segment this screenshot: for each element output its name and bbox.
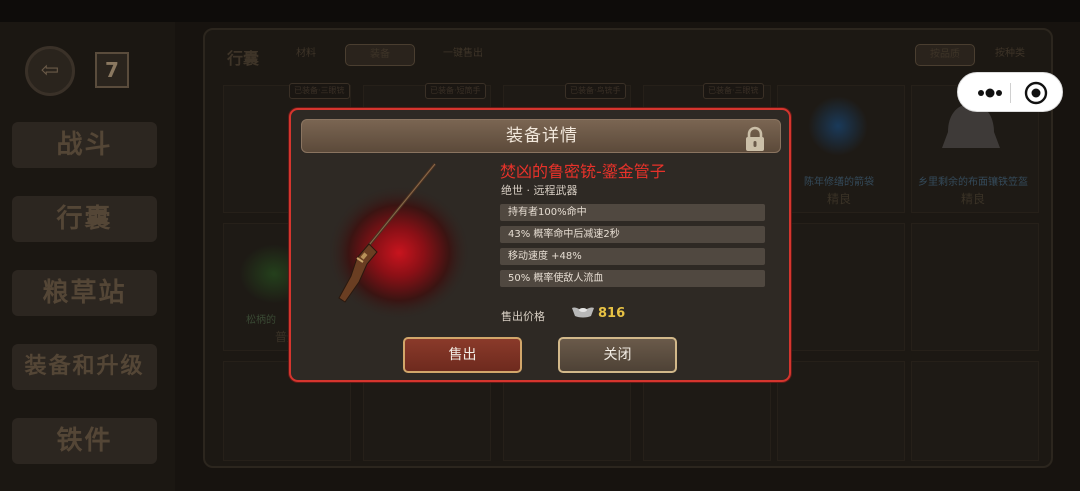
price-label: 售出价格 [501,310,545,323]
inventory-slot[interactable] [777,361,905,461]
game-screen: ⇦ 7 战斗 行囊 粮草站 装备和升级 铁件 行囊 材料 装备 一键售出 按品质… [0,0,1080,491]
equipment-detail-modal: 装备详情 焚凶的鲁密铳-鎏金管子 绝世 · 远程武器 持有者100%命中 43%… [289,108,791,382]
item-name: 焚凶的鲁密铳-鎏金管子 [500,162,666,181]
back-icon[interactable]: ⇦ [25,46,75,96]
nav-equip-upgrade-button[interactable]: 装备和升级 [12,344,157,390]
close-button[interactable]: 关闭 [558,337,677,373]
sell-button[interactable]: 售出 [403,337,522,373]
equipped-tag: 已装备·短筒手 [425,83,486,99]
modal-title: 装备详情 [506,126,578,146]
tab-sell-all[interactable]: 一键售出 [433,44,493,66]
modal-header: 装备详情 [301,119,781,153]
item-attribute: 43% 概率命中后减速2秒 [500,226,765,243]
equipped-tag: 已装备·鸟铳手 [565,83,626,99]
slot-item-name: 陈年修缮的箭袋 [804,177,874,188]
item-attribute: 持有者100%命中 [500,204,765,221]
nav-bag-button[interactable]: 行囊 [12,196,157,242]
inventory-slot[interactable] [911,361,1039,461]
inventory-slot[interactable] [911,223,1039,351]
top-strip [0,0,1080,22]
nav-iron-button[interactable]: 铁件 [12,418,157,464]
slot-item-name: 乡里剩余的布面镶铁笠盔 [918,177,1028,188]
equipped-tag: 已装备·三眼铳 [703,83,764,99]
item-type: 绝世 · 远程武器 [501,184,578,197]
item-attribute: 移动速度 +48% [500,248,765,265]
tab-materials[interactable]: 材料 [283,44,329,66]
calendar-icon[interactable]: 7 [95,52,129,88]
item-glow [808,96,868,156]
more-dots-icon[interactable] [970,73,1010,113]
tab-equipment[interactable]: 装备 [345,44,415,66]
nav-supply-button[interactable]: 粮草站 [12,270,157,316]
price-value: 816 [598,306,626,321]
target-close-icon[interactable] [1024,81,1048,105]
mini-program-capsule [957,72,1063,112]
slot-item-grade: 精良 [826,192,851,206]
slot-item-grade: 精良 [960,192,985,206]
item-attribute: 50% 概率使敌人流血 [500,270,765,287]
sort-by-type[interactable]: 按种类 [980,44,1040,66]
nav-battle-button[interactable]: 战斗 [12,122,157,168]
sort-by-quality[interactable]: 按品质 [915,44,975,66]
left-nav: ⇦ 7 战斗 行囊 粮草站 装备和升级 铁件 [0,22,175,491]
capsule-divider [1010,83,1011,103]
equipped-tag: 已装备·三眼铳 [289,83,350,99]
musket-item-image [327,163,471,318]
panel-title: 行囊 [227,49,260,68]
lock-icon[interactable] [742,126,768,152]
silver-ingot-icon [572,307,594,318]
inventory-slot[interactable] [777,223,905,351]
